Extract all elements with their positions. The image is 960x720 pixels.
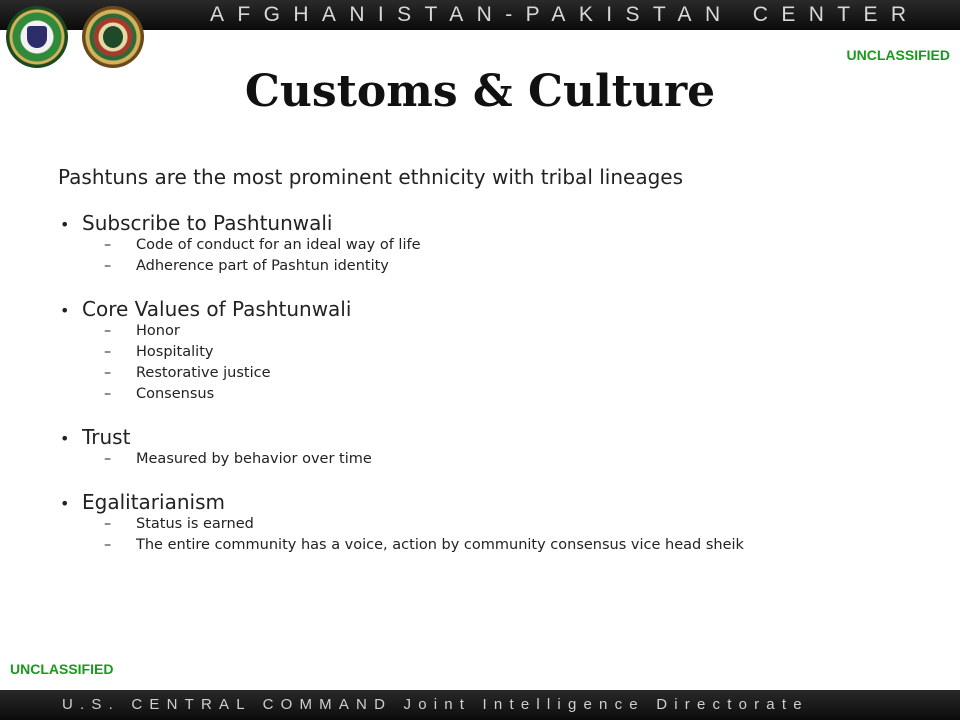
dash-icon: –: [104, 258, 112, 274]
footer-band: U.S. CENTRAL COMMAND Joint Intelligence …: [0, 690, 960, 720]
dash-icon: –: [104, 516, 112, 532]
classification-top: UNCLASSIFIED: [846, 47, 950, 63]
dash-icon: –: [104, 323, 112, 339]
bullet-item: • Core Values of Pashtunwali: [60, 297, 352, 321]
bullet-group: • Subscribe to Pashtunwali – Code of condu…: [58, 211, 938, 277]
bullet-item: • Egalitarianism: [60, 490, 225, 514]
bullet-group: • Trust – Measured by behavior over time: [58, 425, 938, 470]
intro-text: Pashtuns are the most prominent ethnicit…: [58, 165, 683, 189]
slide-content: Pashtuns are the most prominent ethnicit…: [58, 165, 938, 576]
sub-item: – Status is earned: [58, 514, 938, 535]
bullet-item: • Subscribe to Pashtunwali: [60, 211, 333, 235]
afpak-center-seal-icon: [82, 6, 144, 68]
bullet-dot-icon: •: [60, 301, 70, 320]
dash-icon: –: [104, 365, 112, 381]
sub-item: – Code of conduct for an ideal way of lif…: [58, 235, 938, 256]
dash-icon: –: [104, 537, 112, 553]
bullet-group: • Core Values of Pashtunwali – Honor – Hosp…: [58, 297, 938, 405]
dash-icon: –: [104, 451, 112, 467]
footer-text: U.S. CENTRAL COMMAND Joint Intelligence …: [62, 696, 809, 713]
sub-item: – Restorative justice: [58, 363, 938, 384]
sub-item: – Adherence part of Pashtun identity: [58, 256, 938, 277]
dash-icon: –: [104, 237, 112, 253]
header-title: AFGHANISTAN-PAKISTAN CENTER: [210, 3, 920, 26]
header-band: AFGHANISTAN-PAKISTAN CENTER: [0, 0, 960, 30]
sub-item: – The entire community has a voice, actio…: [58, 535, 938, 556]
bullet-dot-icon: •: [60, 215, 70, 234]
bullet-item: • Trust: [60, 425, 131, 449]
dash-icon: –: [104, 344, 112, 360]
centcom-seal-icon: [6, 6, 68, 68]
bullet-dot-icon: •: [60, 429, 70, 448]
slide-title: Customs & Culture: [244, 66, 716, 117]
classification-bottom: UNCLASSIFIED: [10, 661, 114, 677]
sub-item: – Honor: [58, 321, 938, 342]
sub-item: – Measured by behavior over time: [58, 449, 938, 470]
bullet-dot-icon: •: [60, 494, 70, 513]
sub-item: – Consensus: [58, 384, 938, 405]
dash-icon: –: [104, 386, 112, 402]
bullet-group: • Egalitarianism – Status is earned – The e…: [58, 490, 938, 556]
sub-item: – Hospitality: [58, 342, 938, 363]
